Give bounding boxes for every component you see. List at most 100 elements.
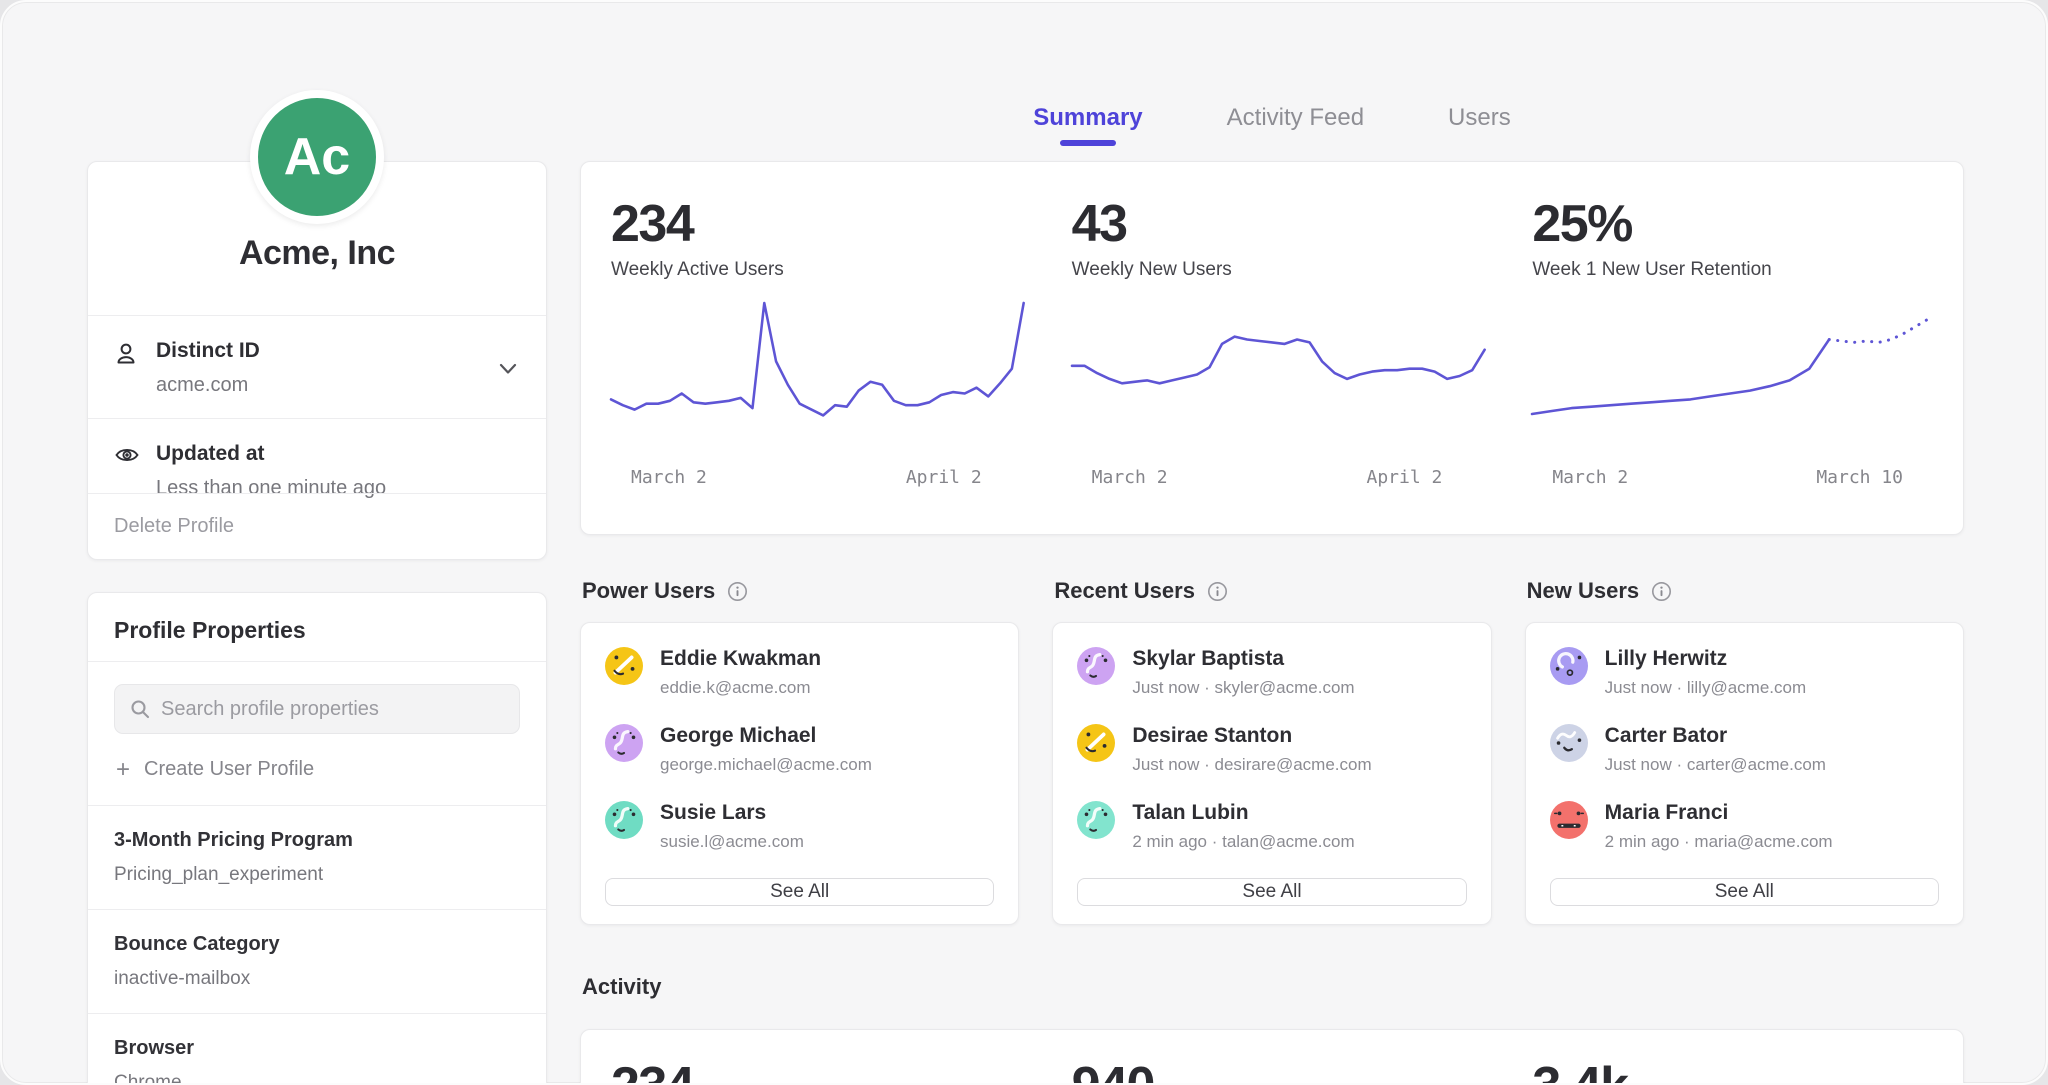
metric-sparkline-wrap: March 2 April 2 [1072, 295, 1485, 488]
delete-profile-button[interactable]: Delete Profile [88, 493, 546, 559]
user-detail: george.michael@acme.com [660, 755, 872, 775]
property-value: Pricing_plan_experiment [114, 864, 520, 886]
profile-tabs: Summary Activity Feed Users [580, 104, 1964, 146]
profile-property-item[interactable]: Bounce Category inactive-mailbox [88, 909, 546, 1013]
axis-label-right: April 2 [906, 467, 982, 488]
user-list: Skylar Baptista Just now · skyler@acme.c… [1077, 647, 1466, 878]
user-avatar [1077, 647, 1115, 685]
metric-column: 25% Week 1 New User Retention March 2 Ma… [1502, 162, 1963, 534]
user-detail: susie.l@acme.com [660, 832, 804, 852]
axis-label-right: March 10 [1816, 467, 1903, 488]
tab[interactable]: Summary [1033, 104, 1142, 146]
distinct-id-row[interactable]: Distinct ID acme.com [88, 315, 546, 418]
see-all-button[interactable]: See All [605, 878, 994, 906]
user-list: Eddie Kwakman eddie.k@acme.com George Mi… [605, 647, 994, 878]
user-list-item[interactable]: Carter Bator Just now · carter@acme.com [1550, 724, 1939, 775]
activity-stat-value: 234 [611, 1058, 1042, 1085]
user-list-item[interactable]: Eddie Kwakman eddie.k@acme.com [605, 647, 994, 698]
metric-label: Week 1 New User Retention [1532, 259, 1963, 281]
company-profile-window: Ac Acme, Inc Distinct ID acme.com [0, 0, 2048, 1085]
user-section-title: Recent Users [1054, 578, 1195, 604]
search-icon [129, 698, 151, 720]
info-icon[interactable] [1207, 581, 1228, 602]
sparkline-axis-labels: March 2 April 2 [611, 455, 1024, 488]
company-avatar: Ac [250, 90, 384, 224]
metric-value: 43 [1072, 196, 1503, 253]
user-section: New Users [1525, 578, 1964, 925]
create-user-profile-button[interactable]: + Create User Profile [88, 734, 546, 805]
user-avatar [1550, 724, 1588, 762]
user-name: Talan Lubin [1132, 801, 1354, 825]
sparkline-chart [611, 295, 1024, 455]
user-name: George Michael [660, 724, 872, 748]
plus-icon: + [116, 760, 130, 780]
property-value: inactive-mailbox [114, 968, 520, 990]
user-detail: Just now · skyler@acme.com [1132, 678, 1354, 698]
metric-sparkline-wrap: March 2 March 10 [1532, 295, 1945, 488]
user-list-item[interactable]: Desirae Stanton Just now · desirare@acme… [1077, 724, 1466, 775]
profile-properties-list: 3-Month Pricing Program Pricing_plan_exp… [88, 805, 546, 1085]
metric-sparkline-wrap: March 2 April 2 [611, 295, 1024, 488]
sparkline-axis-labels: March 2 April 2 [1072, 455, 1485, 488]
user-detail: Just now · lilly@acme.com [1605, 678, 1806, 698]
profile-property-item[interactable]: 3-Month Pricing Program Pricing_plan_exp… [88, 805, 546, 909]
user-list-item[interactable]: Talan Lubin 2 min ago · talan@acme.com [1077, 801, 1466, 852]
user-name: Desirae Stanton [1132, 724, 1371, 748]
chevron-down-icon[interactable] [498, 362, 518, 376]
user-section: Power Users [580, 578, 1019, 925]
property-value: Chrome [114, 1072, 520, 1085]
user-avatar [1077, 801, 1115, 839]
axis-label-left: March 2 [1092, 467, 1168, 488]
activity-stat-column: 940 [1042, 1030, 1503, 1085]
user-detail: Just now · carter@acme.com [1605, 755, 1826, 775]
company-meta-rows: Distinct ID acme.com [88, 315, 546, 521]
user-list-card: Lilly Herwitz Just now · lilly@acme.com … [1525, 622, 1964, 925]
profile-properties-card: Profile Properties + Create User Profile [87, 592, 547, 1085]
user-list: Lilly Herwitz Just now · lilly@acme.com … [1550, 647, 1939, 878]
user-name: Maria Franci [1605, 801, 1833, 825]
sparkline-chart [1532, 295, 1945, 455]
metric-label: Weekly Active Users [611, 259, 1042, 281]
user-name: Skylar Baptista [1132, 647, 1354, 671]
user-list-item[interactable]: George Michael george.michael@acme.com [605, 724, 994, 775]
user-list-item[interactable]: Lilly Herwitz Just now · lilly@acme.com [1550, 647, 1939, 698]
user-detail: eddie.k@acme.com [660, 678, 821, 698]
axis-label-left: March 2 [1552, 467, 1628, 488]
user-name: Lilly Herwitz [1605, 647, 1806, 671]
activity-stat-value: 3.4k [1532, 1058, 1963, 1085]
user-section-title: New Users [1527, 578, 1640, 604]
divider [88, 661, 546, 662]
info-icon[interactable] [727, 581, 748, 602]
see-all-button[interactable]: See All [1550, 878, 1939, 906]
info-icon[interactable] [1651, 581, 1672, 602]
company-name: Acme, Inc [88, 234, 546, 273]
search-input[interactable] [161, 698, 505, 721]
metric-column: 234 Weekly Active Users March 2 April 2 [581, 162, 1042, 534]
activity-stat-column: 3.4k [1502, 1030, 1963, 1085]
user-avatar [1550, 801, 1588, 839]
profile-property-item[interactable]: Browser Chrome [88, 1013, 546, 1085]
user-avatar [605, 801, 643, 839]
user-avatar [1077, 724, 1115, 762]
eye-icon [114, 444, 140, 466]
create-user-profile-label: Create User Profile [144, 758, 314, 781]
user-avatar [605, 724, 643, 762]
activity-card: 234 940 3.4k [580, 1029, 1964, 1085]
user-list-item[interactable]: Maria Franci 2 min ago · maria@acme.com [1550, 801, 1939, 852]
metric-column: 43 Weekly New Users March 2 April 2 [1042, 162, 1503, 534]
user-list-item[interactable]: Susie Lars susie.l@acme.com [605, 801, 994, 852]
see-all-button[interactable]: See All [1077, 878, 1466, 906]
tab[interactable]: Users [1448, 104, 1511, 146]
user-list-card: Eddie Kwakman eddie.k@acme.com George Mi… [580, 622, 1019, 925]
distinct-id-label: Distinct ID [156, 339, 260, 363]
summary-metrics-card: 234 Weekly Active Users March 2 April 2 … [580, 161, 1964, 535]
person-icon [114, 341, 140, 367]
tab[interactable]: Activity Feed [1227, 104, 1364, 146]
user-lists-row: Power Users [580, 578, 1964, 925]
user-list-item[interactable]: Skylar Baptista Just now · skyler@acme.c… [1077, 647, 1466, 698]
axis-label-left: March 2 [631, 467, 707, 488]
user-avatar [605, 647, 643, 685]
activity-stat-column: 234 [581, 1030, 1042, 1085]
property-label: Bounce Category [114, 933, 520, 956]
sparkline-chart [1072, 295, 1485, 455]
